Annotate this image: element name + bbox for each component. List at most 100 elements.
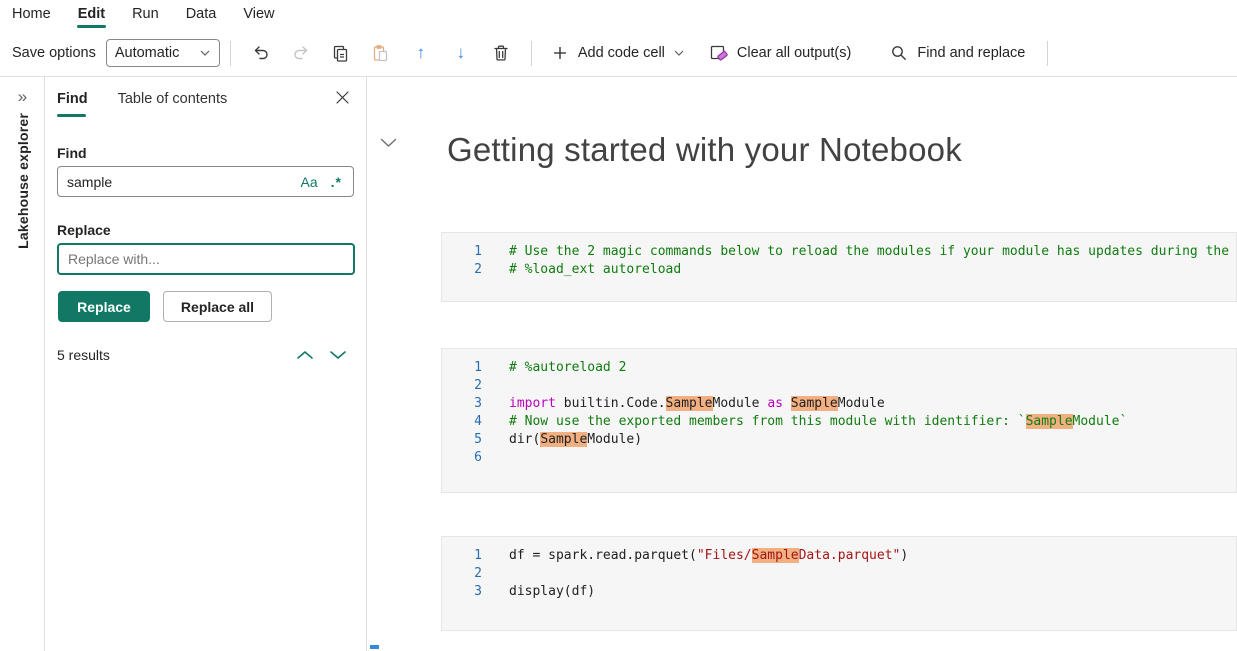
collapse-section-button[interactable] bbox=[380, 138, 397, 148]
chevron-down-icon bbox=[380, 138, 397, 148]
find-options: Aa .* bbox=[301, 174, 353, 190]
line-number: 1 bbox=[442, 547, 482, 565]
code-line[interactable]: 5 dir(SampleModule) bbox=[442, 431, 1236, 449]
code-text: # Use the 2 magic commands below to relo… bbox=[509, 243, 1237, 261]
double-chevron-right-icon: » bbox=[18, 87, 27, 106]
code-line[interactable]: 1df = spark.read.parquet("Files/SampleDa… bbox=[442, 547, 1236, 565]
redo-icon bbox=[291, 43, 311, 63]
code-line[interactable]: 3import builtin.Code.SampleModule as Sam… bbox=[442, 395, 1236, 413]
replace-input[interactable] bbox=[59, 251, 353, 267]
paste-button[interactable] bbox=[361, 36, 401, 70]
copy-button[interactable] bbox=[321, 36, 361, 70]
find-input[interactable] bbox=[58, 174, 301, 190]
line-number: 3 bbox=[442, 583, 482, 601]
code-cell[interactable]: 1 # Use the 2 magic commands below to rel… bbox=[441, 232, 1237, 302]
expand-panel-button[interactable]: » bbox=[0, 87, 45, 107]
code-line[interactable]: 2# %load_ext autoreload bbox=[442, 261, 1236, 279]
paste-icon bbox=[371, 43, 391, 63]
code-token: display(df) bbox=[509, 584, 595, 599]
horizontal-scrollbar-thumb[interactable] bbox=[370, 645, 379, 649]
code-line[interactable]: 3 display(df) bbox=[442, 583, 1236, 601]
code-token: # %autoreload 2 bbox=[509, 360, 626, 375]
code-token: Module) bbox=[587, 432, 642, 447]
find-input-wrap: Aa .* bbox=[57, 166, 354, 197]
find-replace-label: Find and replace bbox=[917, 45, 1025, 61]
notebook-title[interactable]: Getting started with your Notebook bbox=[447, 131, 962, 169]
code-cell[interactable]: 1df = spark.read.parquet("Files/SampleDa… bbox=[441, 536, 1237, 631]
move-cell-up-button[interactable]: ↑ bbox=[401, 36, 441, 70]
code-token: # %load_ext autoreload bbox=[509, 262, 681, 277]
tab-table-of-contents[interactable]: Table of contents bbox=[118, 91, 228, 119]
move-cell-down-button[interactable]: ↓ bbox=[441, 36, 481, 70]
search-match-highlight: Sample bbox=[540, 432, 587, 447]
code-line[interactable]: 2 bbox=[442, 565, 1236, 583]
clear-all-outputs-button[interactable]: Clear all output(s) bbox=[701, 36, 859, 70]
toolbar-separator bbox=[1047, 41, 1048, 66]
arrow-up-icon: ↑ bbox=[417, 43, 426, 63]
search-match-highlight: Sample bbox=[1026, 414, 1073, 429]
code-token: dir( bbox=[509, 432, 540, 447]
autosave-dropdown-value: Automatic bbox=[115, 45, 179, 61]
code-line[interactable]: 6 bbox=[442, 449, 1236, 467]
code-token: Module bbox=[713, 396, 768, 411]
redo-button[interactable] bbox=[281, 36, 321, 70]
edit-toolbar: Save options Automatic bbox=[0, 30, 1237, 77]
line-number: 3 bbox=[442, 395, 482, 413]
menu-item-home[interactable]: Home bbox=[10, 2, 53, 29]
code-line[interactable]: 4 # Now use the exported members from thi… bbox=[442, 413, 1236, 431]
menu-item-run[interactable]: Run bbox=[130, 2, 161, 29]
panel-tabs: Find Table of contents bbox=[57, 91, 227, 119]
add-code-cell-button[interactable]: Add code cell bbox=[542, 36, 693, 70]
code-line[interactable]: 1 # Use the 2 magic commands below to rel… bbox=[442, 243, 1236, 261]
replace-button[interactable]: Replace bbox=[58, 291, 150, 322]
code-token: ) bbox=[900, 548, 908, 563]
toolbar-separator bbox=[531, 41, 532, 66]
delete-cell-button[interactable] bbox=[481, 36, 521, 70]
close-panel-button[interactable] bbox=[335, 90, 351, 106]
clear-outputs-label: Clear all output(s) bbox=[737, 45, 851, 61]
find-field-label: Find bbox=[57, 145, 87, 161]
line-number: 5 bbox=[442, 431, 482, 449]
notebook-canvas: Getting started with your Notebook 1 # Us… bbox=[368, 77, 1237, 651]
match-case-icon[interactable]: Aa bbox=[301, 174, 318, 190]
regex-icon[interactable]: .* bbox=[331, 174, 342, 190]
search-match-highlight: Sample bbox=[752, 548, 799, 563]
code-token: import bbox=[509, 396, 556, 411]
plus-icon bbox=[550, 43, 570, 63]
line-number: 6 bbox=[442, 449, 482, 467]
chevron-down-icon bbox=[673, 49, 685, 57]
find-and-replace-button[interactable]: Find and replace bbox=[881, 36, 1033, 70]
line-number: 4 bbox=[442, 413, 482, 431]
chevron-up-icon bbox=[296, 350, 314, 360]
code-token: "Files/ bbox=[697, 548, 752, 563]
replace-all-button[interactable]: Replace all bbox=[163, 291, 272, 322]
code-text: dir(SampleModule) bbox=[509, 431, 642, 449]
replace-field-label: Replace bbox=[57, 222, 111, 238]
undo-button[interactable] bbox=[241, 36, 281, 70]
code-line[interactable]: 2 bbox=[442, 377, 1236, 395]
results-row: 5 results bbox=[57, 347, 348, 363]
tab-find[interactable]: Find bbox=[57, 91, 88, 119]
autosave-dropdown[interactable]: Automatic bbox=[106, 39, 220, 67]
line-number: 1 bbox=[442, 359, 482, 377]
toolbar-separator bbox=[230, 41, 231, 66]
code-text: # Now use the exported members from this… bbox=[509, 413, 1127, 431]
menu-item-data[interactable]: Data bbox=[184, 2, 219, 29]
code-text: display(df) bbox=[509, 583, 595, 601]
code-line[interactable]: 1 # %autoreload 2 bbox=[442, 359, 1236, 377]
clear-outputs-icon bbox=[709, 43, 729, 63]
code-text: # %load_ext autoreload bbox=[509, 261, 681, 279]
search-match-highlight: Sample bbox=[791, 396, 838, 411]
chevron-down-icon bbox=[329, 350, 347, 360]
code-token: df = spark.read.parquet( bbox=[509, 548, 697, 563]
previous-result-button[interactable] bbox=[295, 347, 315, 363]
next-result-button[interactable] bbox=[328, 347, 348, 363]
lakehouse-explorer-label[interactable]: Lakehouse explorer bbox=[15, 113, 31, 249]
code-cell[interactable]: 1# %autoreload 223import builtin.Code.Sa… bbox=[441, 348, 1237, 493]
search-icon bbox=[889, 43, 909, 63]
line-number: 1 bbox=[442, 243, 482, 261]
menu-item-view[interactable]: View bbox=[241, 2, 276, 29]
menu-item-edit[interactable]: Edit bbox=[76, 2, 107, 29]
replace-buttons-row: Replace Replace all bbox=[58, 291, 272, 322]
search-match-highlight: Sample bbox=[666, 396, 713, 411]
